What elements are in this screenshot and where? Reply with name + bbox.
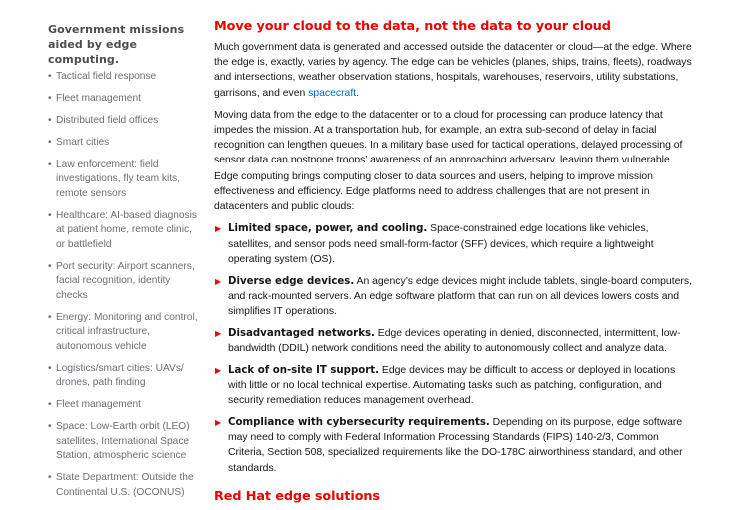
- list-item: • Smart cities: [48, 136, 198, 151]
- list-item: • State Department: Outside the Continent…: [48, 471, 198, 500]
- arrow-right-icon: ▶: [215, 328, 222, 338]
- bullet-icon: •: [48, 311, 52, 323]
- list-item: • Law enforcement: field investigations, …: [48, 158, 198, 202]
- bullet-icon: •: [48, 158, 52, 170]
- challenge-title: Disadvantaged networks.: [228, 327, 375, 339]
- bullet-icon: •: [48, 260, 52, 272]
- spacecraft-link[interactable]: spacecraft: [308, 88, 356, 99]
- list-item-label: Distributed field offices: [56, 114, 159, 126]
- main-content: Move your cloud to the data, not the dat…: [214, 18, 694, 510]
- challenge-item: ▶ Limited space, power, and cooling. Spac…: [214, 221, 694, 267]
- challenge-title: Diverse edge devices.: [228, 275, 355, 287]
- bullet-icon: •: [48, 92, 52, 104]
- list-item-label: Healthcare: AI-based diagnosis at patien…: [56, 209, 198, 250]
- bullet-icon: •: [48, 136, 52, 148]
- section-heading-solutions: Red Hat edge solutions: [214, 488, 380, 504]
- paragraph-end: .: [356, 87, 359, 99]
- challenge-item: ▶ Disadvantaged networks. Edge devices op…: [214, 326, 694, 356]
- arrow-right-icon: ▶: [215, 224, 222, 234]
- list-item: • Space: Low-Earth orbit (LEO) satellites…: [48, 420, 198, 464]
- list-item: • Fleet management: [48, 92, 198, 107]
- list-item: • Fleet management: [48, 398, 198, 413]
- list-item-label: Law enforcement: field investigations, f…: [56, 158, 180, 199]
- paragraph-edge-intro: Much government data is generated and ac…: [214, 40, 694, 101]
- list-item-label: State Department: Outside the Continenta…: [56, 472, 194, 498]
- bullet-icon: •: [48, 421, 52, 433]
- paragraph-latency: Moving data from the edge to the datacen…: [214, 109, 683, 162]
- sidebar-missions: Government missions aided by edge comput…: [48, 22, 198, 508]
- arrow-right-icon: ▶: [215, 276, 222, 286]
- challenge-item: ▶ Diverse edge devices. An agency’s edge …: [214, 274, 694, 320]
- bullet-icon: •: [48, 209, 52, 221]
- list-item-label: Tactical field response: [56, 71, 157, 82]
- challenge-title: Lack of on-site IT support.: [228, 364, 380, 376]
- list-item-label: Port security: Airport scanners, facial …: [56, 260, 195, 301]
- bullet-icon: •: [48, 399, 52, 411]
- bullet-icon: •: [48, 114, 52, 126]
- bullet-icon: •: [48, 472, 52, 484]
- arrow-right-icon: ▶: [215, 418, 222, 428]
- challenge-item: ▶ Lack of on-site IT support. Edge device…: [214, 363, 694, 409]
- list-item: • Energy: Monitoring and control, critica…: [48, 311, 198, 355]
- paragraph-edge-computing: Edge computing brings computing closer t…: [214, 170, 653, 213]
- list-item: • Tactical field response: [48, 70, 198, 85]
- challenge-item: ▶ Compliance with cybersecurity requireme…: [214, 415, 694, 476]
- paragraph-text: Much government data is generated and ac…: [214, 42, 692, 99]
- list-item: • Distributed field offices: [48, 114, 198, 129]
- list-item-label: Fleet management: [56, 92, 141, 104]
- list-item-label: Space: Low-Earth orbit (LEO) satellites,…: [56, 421, 190, 462]
- list-item: • Port security: Airport scanners, facial…: [48, 260, 198, 304]
- challenge-title: Compliance with cybersecurity requiremen…: [228, 417, 490, 429]
- mission-list: • Tactical field response • Fleet manageme…: [48, 70, 198, 501]
- challenge-list: ▶ Limited space, power, and cooling. Spac…: [214, 221, 694, 475]
- list-item-label: Logistics/smart cities: UAVs/ drones, pa…: [56, 362, 184, 389]
- list-item-label: Fleet management: [56, 399, 141, 411]
- arrow-right-icon: ▶: [215, 365, 222, 375]
- list-item-label: Smart cities: [56, 136, 110, 148]
- bullet-icon: •: [48, 71, 52, 82]
- list-item: • Healthcare: AI-based diagnosis at patie…: [48, 209, 198, 253]
- sidebar-title: Government missions aided by edge comput…: [48, 23, 185, 66]
- section-heading: Move your cloud to the data, not the dat…: [214, 19, 611, 34]
- list-item: • Logistics/smart cities: UAVs/ drones, p…: [48, 362, 198, 391]
- challenge-title: Limited space, power, and cooling.: [228, 223, 428, 235]
- list-item-label: Energy: Monitoring and control, critical…: [56, 311, 198, 352]
- bullet-icon: •: [48, 362, 52, 374]
